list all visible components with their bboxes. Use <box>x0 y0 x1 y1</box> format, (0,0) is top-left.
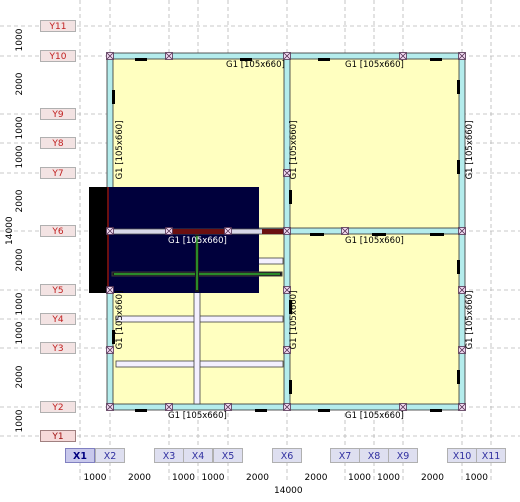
selected-beam-segment <box>170 229 225 234</box>
x-axis-tag-x6[interactable]: X6 <box>272 448 302 463</box>
wall-mark <box>430 409 442 412</box>
y-dimension: 2000 <box>15 248 25 271</box>
x-dimension: 2000 <box>421 473 444 483</box>
beam-label: G1 [105x660] <box>465 120 475 180</box>
plan-canvas[interactable] <box>0 0 520 502</box>
wall-mark <box>318 58 330 61</box>
wall-mark <box>457 160 460 174</box>
wall-mark <box>112 90 115 104</box>
wall-mark <box>318 409 330 412</box>
y-axis-tag-y2[interactable]: Y2 <box>40 401 76 413</box>
selected-beam-segment <box>262 229 286 234</box>
wall-mark <box>310 233 324 236</box>
wall-mark <box>135 58 147 61</box>
y-total-dimension: 14000 <box>5 216 15 245</box>
slab-panel <box>287 231 462 407</box>
y-dimension: 1000 <box>15 116 25 139</box>
beam-label: G1 [105x660] <box>465 290 475 350</box>
beam-label: G1 [105x660] <box>289 290 299 350</box>
x-axis-tag-x9[interactable]: X9 <box>388 448 418 463</box>
x-axis-tag-x2[interactable]: X2 <box>95 448 125 463</box>
x-axis-tag-x1[interactable]: X1 <box>65 448 95 463</box>
y-axis-tag-y10[interactable]: Y10 <box>40 50 76 62</box>
beam-label: G1 [105x660] <box>345 411 404 421</box>
y-dimension: 1000 <box>15 292 25 315</box>
beam-label: G1 [105x660] <box>115 290 125 350</box>
x-axis-tag-x8[interactable]: X8 <box>359 448 389 463</box>
beam-label: G1 [105x660] <box>115 120 125 180</box>
x-axis-tag-x4[interactable]: X4 <box>183 448 213 463</box>
x-axis-tag-x5[interactable]: X5 <box>213 448 243 463</box>
x-dimension: 2000 <box>304 473 328 483</box>
y-dimension: 2000 <box>15 365 25 388</box>
y-dimension: 1000 <box>15 145 25 169</box>
wall-mark <box>457 80 460 94</box>
y-axis-tag-y11[interactable]: Y11 <box>40 20 76 32</box>
x-total-dimension: 14000 <box>274 486 303 496</box>
y-dimension: 1000 <box>15 28 25 52</box>
wall-mark <box>430 233 444 236</box>
wall-mark <box>289 380 292 394</box>
y-axis-tag-y8[interactable]: Y8 <box>40 137 76 149</box>
y-dimension: 2000 <box>15 189 25 213</box>
x-axis-tag-x7[interactable]: X7 <box>330 448 360 463</box>
x-dimension: 1000 <box>83 473 107 483</box>
y-dimension: 2000 <box>15 72 25 96</box>
y-axis-tag-y7[interactable]: Y7 <box>40 167 76 179</box>
y-axis-tag-y5[interactable]: Y5 <box>40 284 76 296</box>
beam-label: G1 [105x660] <box>345 236 404 246</box>
wall-mark <box>457 370 460 384</box>
y-axis-tag-y3[interactable]: Y3 <box>40 342 76 354</box>
x-dimension: 1000 <box>377 473 400 483</box>
beam-label: G1 [105x660] <box>289 120 299 180</box>
y-axis-tag-y6[interactable]: Y6 <box>40 225 76 237</box>
y-axis-tag-y4[interactable]: Y4 <box>40 313 76 325</box>
slab-panel <box>287 56 462 231</box>
beam-label: G1 [105x660] <box>168 236 227 246</box>
x-dimension: 2000 <box>246 473 269 483</box>
wall-mark <box>135 409 147 412</box>
wall-mark <box>457 260 460 274</box>
y-dimension: 1000 <box>15 409 25 432</box>
y-dimension: 1000 <box>15 321 25 344</box>
x-axis-tag-x3[interactable]: X3 <box>154 448 184 463</box>
wall-mark <box>289 190 292 204</box>
x-dimension: 1000 <box>172 473 195 483</box>
beam-label: G1 [105x660] <box>226 60 285 70</box>
x-dimension: 2000 <box>128 473 151 483</box>
x-dimension: 1000 <box>348 473 371 483</box>
selection-edge <box>89 187 107 293</box>
y-axis-tag-y9[interactable]: Y9 <box>40 108 76 120</box>
wall-mark <box>430 58 442 61</box>
wall-mark <box>255 409 267 412</box>
x-axis-tag-x10[interactable]: X10 <box>447 448 477 463</box>
beam-label: G1 [105x660] <box>168 411 227 421</box>
x-axis-tag-x11[interactable]: X11 <box>476 448 506 463</box>
beam-label: G1 [105x660] <box>345 60 404 70</box>
y-axis-tag-y1[interactable]: Y1 <box>40 430 76 442</box>
x-dimension: 1000 <box>465 473 488 483</box>
selection-edge-line <box>107 187 109 293</box>
x-dimension: 1000 <box>201 473 225 483</box>
